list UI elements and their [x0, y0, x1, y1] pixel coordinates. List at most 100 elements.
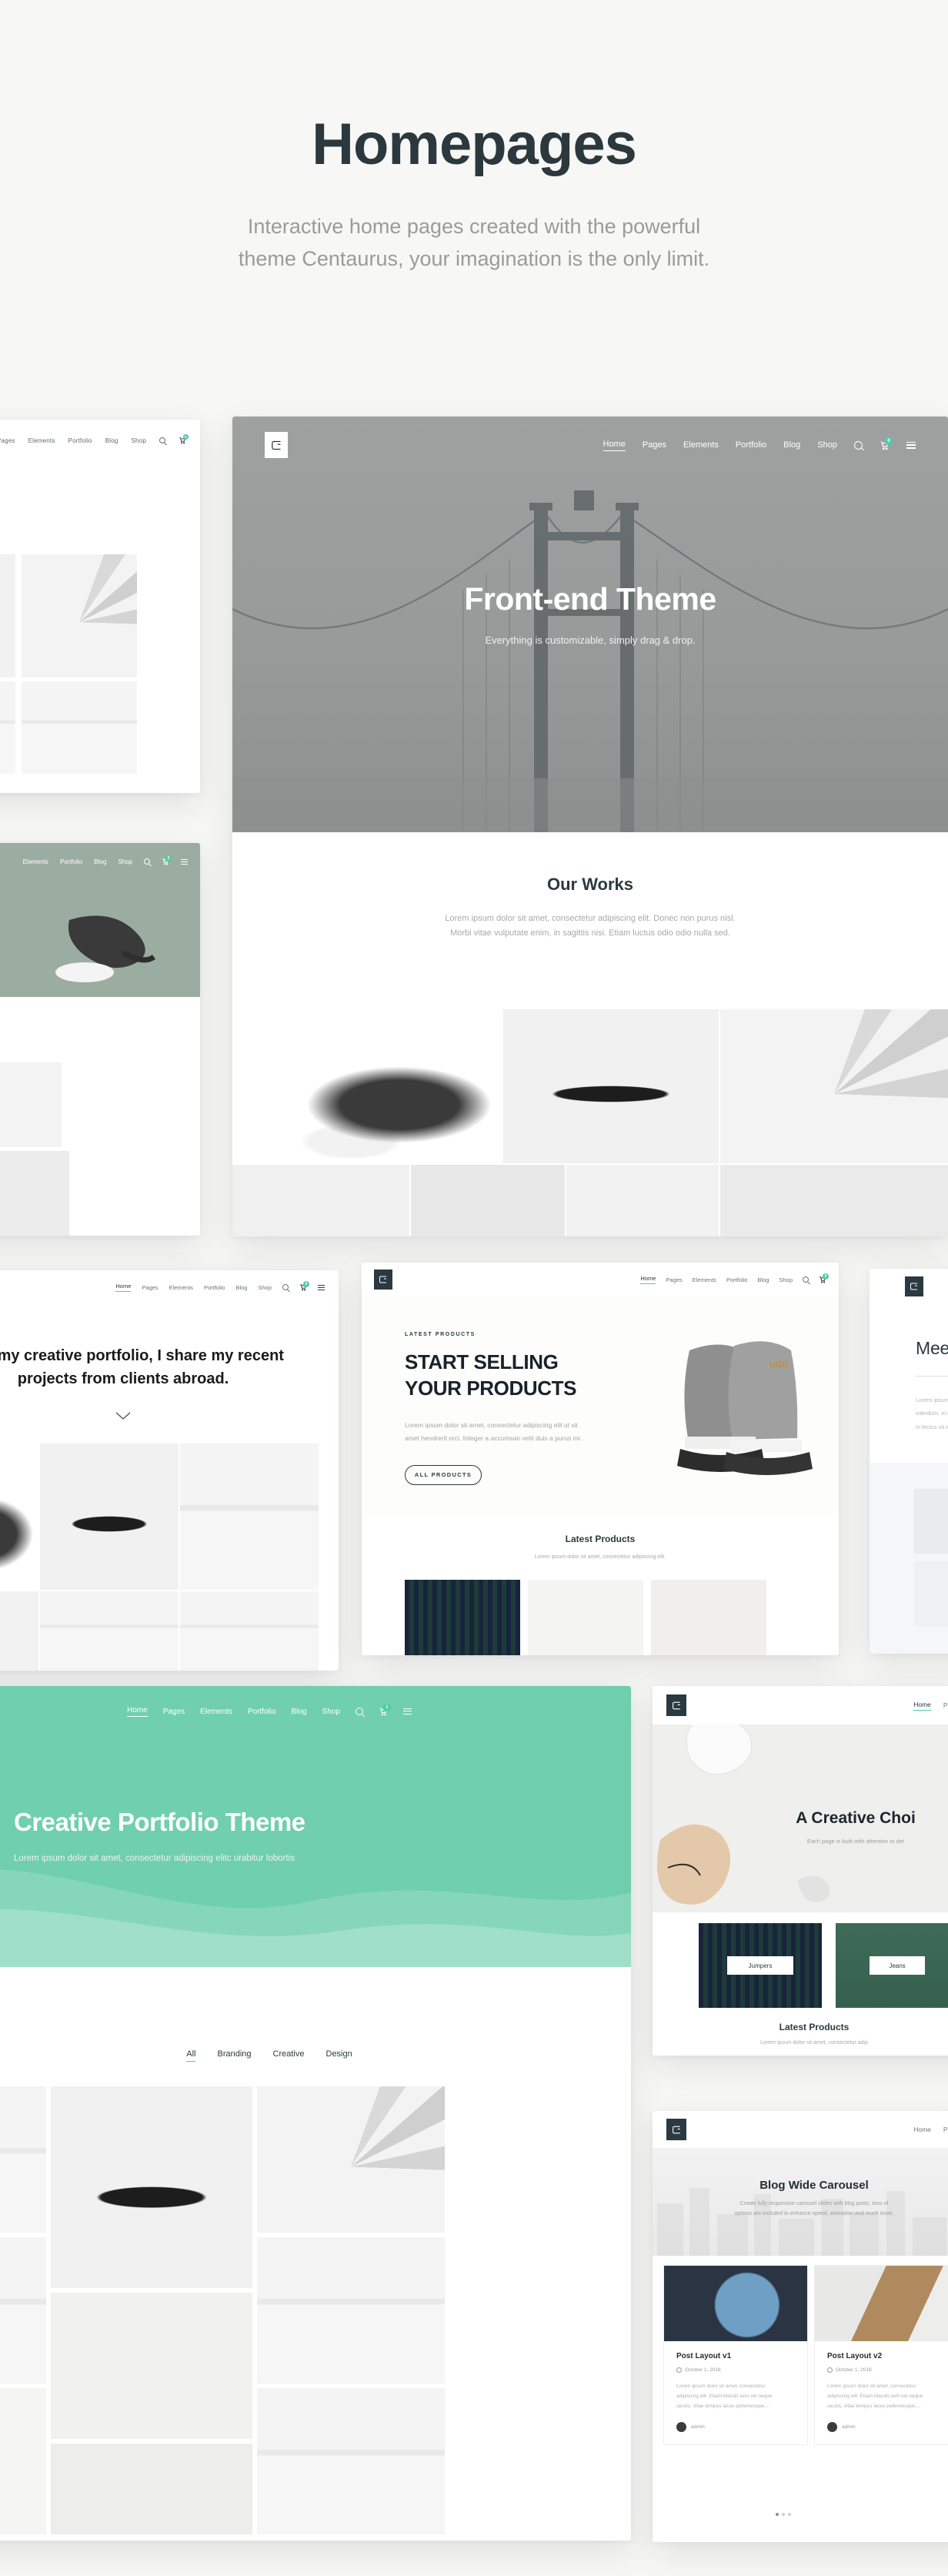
nav-item-shop[interactable]: Shop [258, 1284, 272, 1291]
chevron-down-icon[interactable] [115, 1410, 131, 1424]
mu-thumb-1[interactable] [914, 1489, 948, 1554]
hamburger-icon[interactable] [402, 1708, 412, 1715]
mu-navbar[interactable] [870, 1269, 948, 1304]
hamburger-icon[interactable] [906, 441, 916, 449]
cc-navbar[interactable]: Home Pages [653, 1686, 948, 1725]
portfolio-item-9[interactable] [51, 2444, 252, 2534]
cart-icon[interactable]: 1 [379, 1704, 391, 1716]
nav-item-pages[interactable]: Pages [943, 2126, 948, 2133]
carousel-dot-3[interactable] [788, 2513, 791, 2516]
cp-thumb-2[interactable] [40, 1444, 179, 1590]
brand-logo[interactable] [666, 1694, 686, 1716]
nav-item-home[interactable]: Home [115, 1283, 132, 1292]
cp-thumb-6[interactable] [180, 1591, 319, 1671]
ss-product-1[interactable] [405, 1580, 520, 1655]
ss-product-2[interactable] [528, 1580, 643, 1655]
nav-item-pages[interactable]: Pages [643, 440, 666, 450]
post-title[interactable]: Post Layout v1 [676, 2352, 795, 2360]
card1-product-1[interactable] [0, 554, 15, 677]
frontend-navbar[interactable]: Home Pages Elements Portfolio Blog Shop … [232, 417, 948, 473]
creative-choice-card[interactable]: Home Pages A Creative Choi Each page is … [653, 1686, 948, 2056]
portfolio-item-4[interactable] [0, 2237, 46, 2384]
ss-navbar[interactable]: Home Pages Elements Portfolio Blog Shop … [362, 1263, 839, 1296]
nav-item-home[interactable]: Home [127, 1706, 148, 1717]
cart-icon[interactable]: 0 [819, 1273, 829, 1283]
cc-nav-links[interactable]: Home Pages [913, 1701, 948, 1711]
nav-item-elements[interactable]: Elements [693, 1276, 716, 1283]
ss-product-3[interactable] [651, 1580, 766, 1655]
front-end-theme-card[interactable]: Home Pages Elements Portfolio Blog Shop … [232, 417, 948, 1236]
mu-thumb-2[interactable] [914, 1561, 948, 1626]
creative-portfolio-theme-card[interactable]: Home Pages Elements Portfolio Blog Shop … [0, 1686, 631, 2541]
nav-item-home[interactable]: Home [913, 2126, 931, 2133]
work-thumb-2[interactable] [503, 1009, 719, 1163]
post-title[interactable]: Post Layout v2 [827, 2352, 946, 2360]
ss-nav-links[interactable]: Home Pages Elements Portfolio Blog Shop … [640, 1273, 829, 1284]
agency-image-block-2[interactable] [0, 1151, 69, 1236]
cp-thumb-3[interactable] [180, 1444, 319, 1590]
card1-nav-pages[interactable]: Pages [0, 437, 15, 444]
work-thumb-4[interactable] [232, 1165, 409, 1236]
work-thumb-5[interactable] [411, 1165, 565, 1236]
agency-nav-portfolio[interactable]: Portfolio [60, 858, 82, 865]
cc-category-jumpers[interactable]: Jumpers [699, 1923, 822, 2008]
brand-logo[interactable] [265, 432, 288, 458]
nav-item-pages[interactable]: Pages [163, 1708, 185, 1716]
card1-product-2[interactable] [22, 554, 137, 677]
nav-item-portfolio[interactable]: Portfolio [726, 1276, 748, 1283]
frontend-nav-links[interactable]: Home Pages Elements Portfolio Blog Shop … [603, 437, 916, 451]
nav-item-shop[interactable]: Shop [322, 1708, 340, 1716]
cpt-nav-links[interactable]: Home Pages Elements Portfolio Blog Shop … [127, 1704, 412, 1717]
post-card[interactable]: Post Layout v2 October 1, 2018 Lorem ips… [814, 2265, 948, 2445]
filter-branding[interactable]: Branding [217, 2049, 251, 2062]
agency-nav-elements[interactable]: Elements [23, 858, 48, 865]
nav-item-elements[interactable]: Elements [683, 440, 719, 450]
search-icon[interactable] [355, 1708, 363, 1715]
card1-nav-links[interactable]: e Pages Elements Portfolio Blog Shop 0 [0, 434, 189, 445]
card1-product-3[interactable] [22, 681, 137, 774]
agency-nav-shop[interactable]: Shop [118, 858, 132, 865]
card1-product-4[interactable] [0, 681, 15, 774]
work-thumb-7[interactable] [720, 1165, 948, 1236]
blog-wide-carousel-card[interactable]: Home Pages Blog Wide Carousel Create ful… [653, 2111, 948, 2542]
agency-image-block[interactable] [0, 1062, 62, 1147]
nav-item-portfolio[interactable]: Portfolio [736, 440, 766, 450]
cc-category-jeans[interactable]: Jeans [836, 1923, 948, 2008]
post-thumbnail[interactable] [815, 2266, 948, 2341]
filter-design[interactable]: Design [326, 2049, 352, 2062]
card1-nav-shop[interactable]: Shop [132, 437, 146, 444]
portfolio-item-2[interactable] [51, 2086, 252, 2288]
hamburger-icon[interactable] [318, 1284, 325, 1290]
hamburger-icon[interactable] [181, 858, 188, 865]
nav-item-elements[interactable]: Elements [169, 1284, 193, 1291]
card1-nav-blog[interactable]: Blog [105, 437, 118, 444]
card1-navbar[interactable]: e Pages Elements Portfolio Blog Shop 0 [0, 420, 200, 461]
portfolio-item-3[interactable] [257, 2086, 445, 2233]
agency-card[interactable]: Elements Portfolio Blog Shop 3 [0, 843, 200, 1236]
portfolio-item-7[interactable] [257, 2388, 445, 2534]
nav-item-pages[interactable]: Pages [943, 1701, 948, 1709]
nav-item-elements[interactable]: Elements [200, 1708, 232, 1716]
creative-portfolio-small-card[interactable]: Home Pages Elements Portfolio Blog Shop … [0, 1270, 339, 1671]
search-icon[interactable] [282, 1284, 289, 1290]
portfolio-item-1[interactable] [0, 2086, 46, 2233]
cpt-navbar[interactable]: Home Pages Elements Portfolio Blog Shop … [0, 1686, 631, 1737]
nav-item-home[interactable]: Home [603, 440, 626, 451]
nav-item-blog[interactable]: Blog [235, 1284, 247, 1291]
post-thumbnail[interactable] [664, 2266, 807, 2341]
card1-nav-portfolio[interactable]: Portfolio [68, 437, 92, 444]
search-icon[interactable] [803, 1276, 809, 1283]
work-thumb-1[interactable] [232, 1009, 502, 1163]
portfolio-item-8[interactable] [0, 2388, 46, 2534]
card1-nav-elements[interactable]: Elements [28, 437, 55, 444]
filter-creative[interactable]: Creative [273, 2049, 305, 2062]
cp-thumb-1[interactable] [0, 1444, 38, 1590]
all-products-button[interactable]: ALL PRODUCTS [405, 1464, 482, 1485]
search-icon[interactable] [854, 440, 863, 450]
agency-nav-links[interactable]: Elements Portfolio Blog Shop 3 [23, 855, 188, 865]
bw-navbar[interactable]: Home Pages [653, 2111, 948, 2148]
nav-item-blog[interactable]: Blog [783, 440, 800, 450]
start-selling-card[interactable]: Home Pages Elements Portfolio Blog Shop … [362, 1263, 839, 1655]
portfolio-filters[interactable]: All Branding Creative Design [0, 2049, 631, 2062]
bw-nav-links[interactable]: Home Pages [913, 2126, 948, 2133]
